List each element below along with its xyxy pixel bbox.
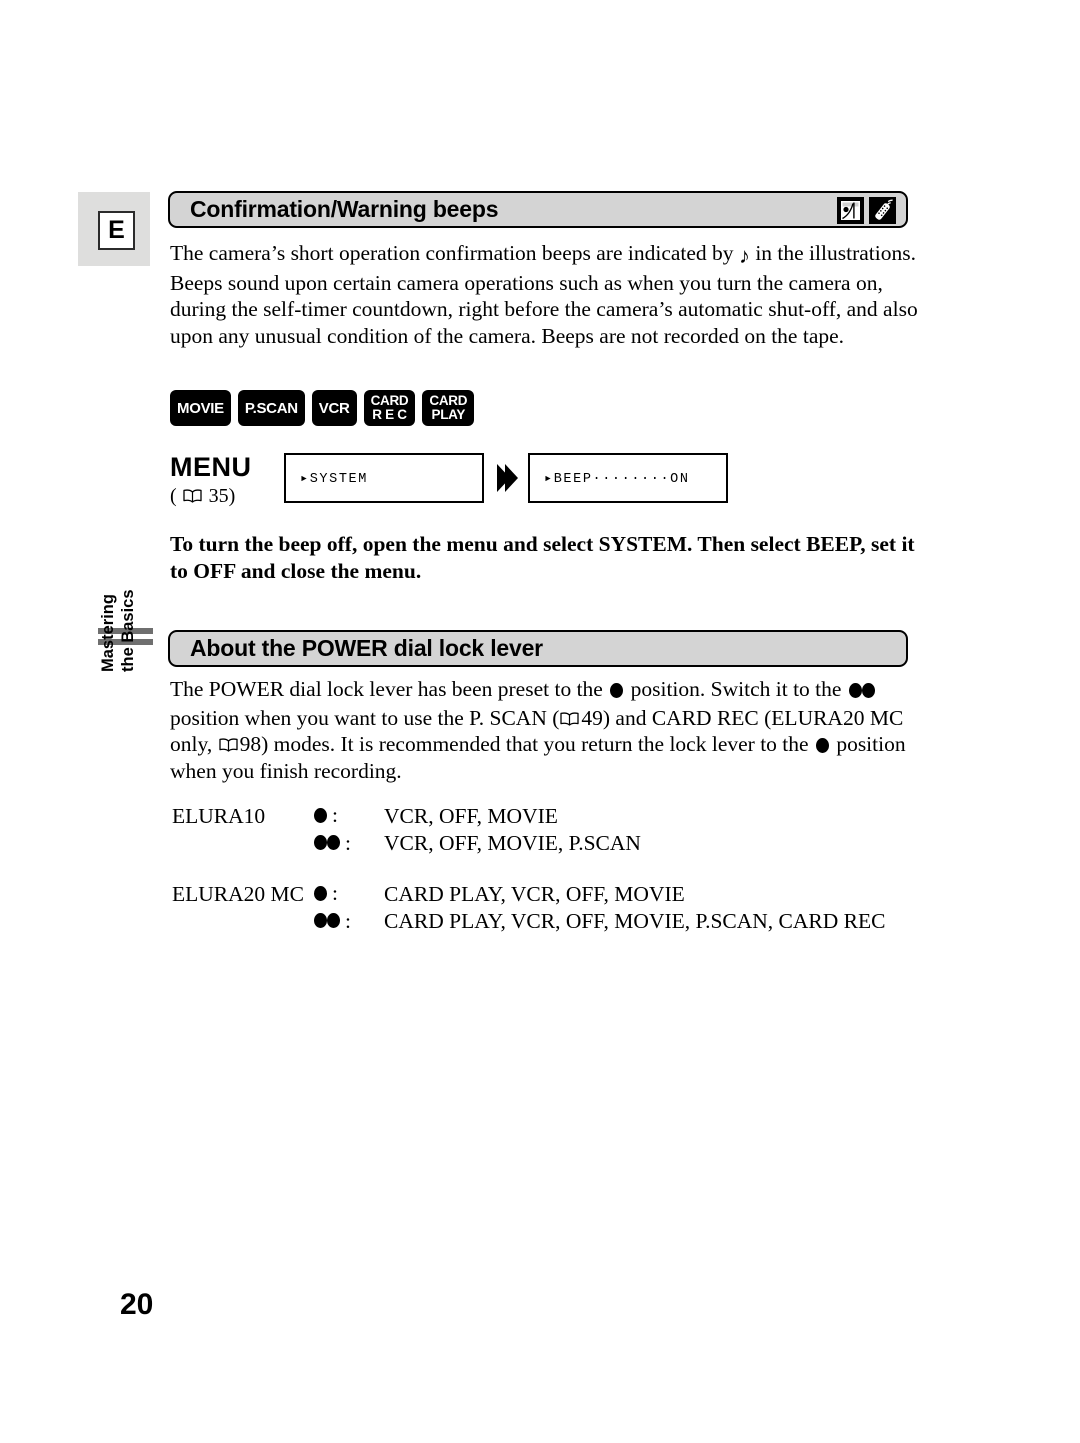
table-row: ELURA20 MC : CARD PLAY, VCR, OFF, MOVIE: [172, 881, 885, 909]
elura-lock-position: :: [312, 803, 384, 828]
open-book-icon: [183, 489, 202, 503]
colon: :: [345, 831, 351, 855]
language-badge: E: [98, 211, 135, 250]
open-book-icon: [560, 712, 580, 726]
elura-lock-position: :: [312, 909, 384, 934]
elura-model: ELURA10: [172, 804, 266, 828]
page-ref-98: 98: [239, 732, 262, 757]
mode-badge-p-scan: P.SCAN: [237, 390, 305, 426]
mode-badge-label-line1: CARD: [429, 392, 468, 408]
mode-badge-card-rec: CARD R E C: [363, 390, 416, 426]
paragraph-part-b: position. Switch it to the: [625, 677, 847, 701]
menu-step-text: ▸BEEP········ON: [544, 471, 690, 487]
section-header-about-power-dial-lock-lever: About the POWER dial lock lever: [168, 630, 908, 667]
remote-control-icon: [869, 197, 896, 224]
menu-label: MENU: [170, 452, 252, 482]
colon: :: [345, 909, 351, 933]
menu-ref-page-number: 35: [208, 485, 229, 507]
side-tab-label-line1: Mastering: [99, 594, 117, 672]
lock-position-one-dot-icon: [314, 808, 327, 823]
header-icon-group: [837, 197, 896, 224]
paragraph-part-c: position when you want to use the P. SCA…: [170, 705, 560, 730]
elura-position-table: ELURA10 : VCR, OFF, MOVIE : VCR, OFF, MO…: [172, 803, 885, 937]
mode-badge-label-line2: R E C: [372, 407, 407, 422]
elura-model: ELURA20 MC: [172, 882, 304, 906]
lock-position-one-dot-icon: [610, 683, 624, 698]
table-row: : CARD PLAY, VCR, OFF, MOVIE, P.SCAN, CA…: [172, 909, 885, 937]
colon: :: [332, 881, 338, 905]
double-chevron-right-icon: [494, 461, 518, 495]
camcorder-icon: [837, 197, 864, 224]
elura-modes: VCR, OFF, MOVIE: [384, 804, 558, 828]
page-ref-49: 49: [581, 705, 603, 730]
lock-position-two-dot-icon: [314, 909, 340, 934]
mode-badge-label-line2: PLAY: [431, 407, 466, 422]
mode-badge-label: VCR: [318, 399, 350, 417]
paragraph-power-dial-lock-lever: The POWER dial lock lever has been prese…: [170, 676, 920, 784]
page-number: 20: [120, 1288, 154, 1321]
music-note-icon: ♪: [738, 243, 750, 268]
mode-badge-label: MOVIE: [177, 399, 224, 417]
side-tab-label-line2: the Basics: [118, 589, 137, 672]
elura-modes: VCR, OFF, MOVIE, P.SCAN: [384, 831, 641, 855]
bold-instruction-note: To turn the beep off, open the menu and …: [170, 532, 915, 583]
lock-position-two-dot-icon: [314, 831, 340, 856]
menu-ref-close-paren: ): [228, 485, 236, 507]
menu-step-text: ▸SYSTEM: [300, 471, 368, 487]
table-row: : VCR, OFF, MOVIE, P.SCAN: [172, 831, 885, 859]
lock-position-one-dot-icon: [314, 886, 327, 901]
lock-position-two-dot-icon: [848, 678, 875, 705]
side-tab-label: Mastering the Basics: [99, 589, 138, 672]
mode-badge-label: P.SCAN: [244, 399, 298, 417]
paragraph-confirmation-beeps: The camera’s short operation confirmatio…: [170, 240, 920, 349]
open-book-icon: [218, 738, 238, 752]
menu-ref-open-paren: (: [170, 485, 177, 507]
lock-position-one-dot-icon: [815, 738, 829, 754]
mode-badge-row: MOVIE P.SCAN VCR CARD R E C CARD PLAY: [170, 390, 475, 426]
mode-badge-label-line1: CARD: [370, 392, 409, 408]
section-header-confirmation-warning-beeps: Confirmation/Warning beeps: [168, 191, 908, 228]
elura-modes: CARD PLAY, VCR, OFF, MOVIE, P.SCAN, CARD…: [384, 909, 886, 933]
table-row: ELURA10 : VCR, OFF, MOVIE: [172, 803, 885, 831]
paragraph-part-a: The camera’s short operation confirmatio…: [170, 241, 739, 265]
menu-step-system[interactable]: ▸SYSTEM: [284, 453, 484, 503]
colon: :: [332, 803, 338, 827]
menu-page-reference: ( 35): [170, 485, 252, 508]
paragraph-part-e: ) modes. It is recommended that you retu…: [261, 732, 814, 757]
menu-label-block: MENU ( 35): [170, 453, 252, 508]
section-title: About the POWER dial lock lever: [190, 635, 543, 661]
paragraph-part-a: The POWER dial lock lever has been prese…: [170, 677, 609, 701]
elura-lock-position: :: [312, 831, 384, 856]
mode-badge-vcr: VCR: [311, 390, 357, 426]
menu-step-beep[interactable]: ▸BEEP········ON: [528, 453, 728, 503]
mode-badge-movie: MOVIE: [170, 390, 231, 426]
elura-modes: CARD PLAY, VCR, OFF, MOVIE: [384, 882, 685, 906]
menu-step-sequence: ▸SYSTEM ▸BEEP········ON: [284, 453, 728, 503]
section-title: Confirmation/Warning beeps: [190, 196, 499, 222]
mode-badge-card-play: CARD PLAY: [422, 390, 475, 426]
elura-lock-position: :: [312, 881, 384, 906]
